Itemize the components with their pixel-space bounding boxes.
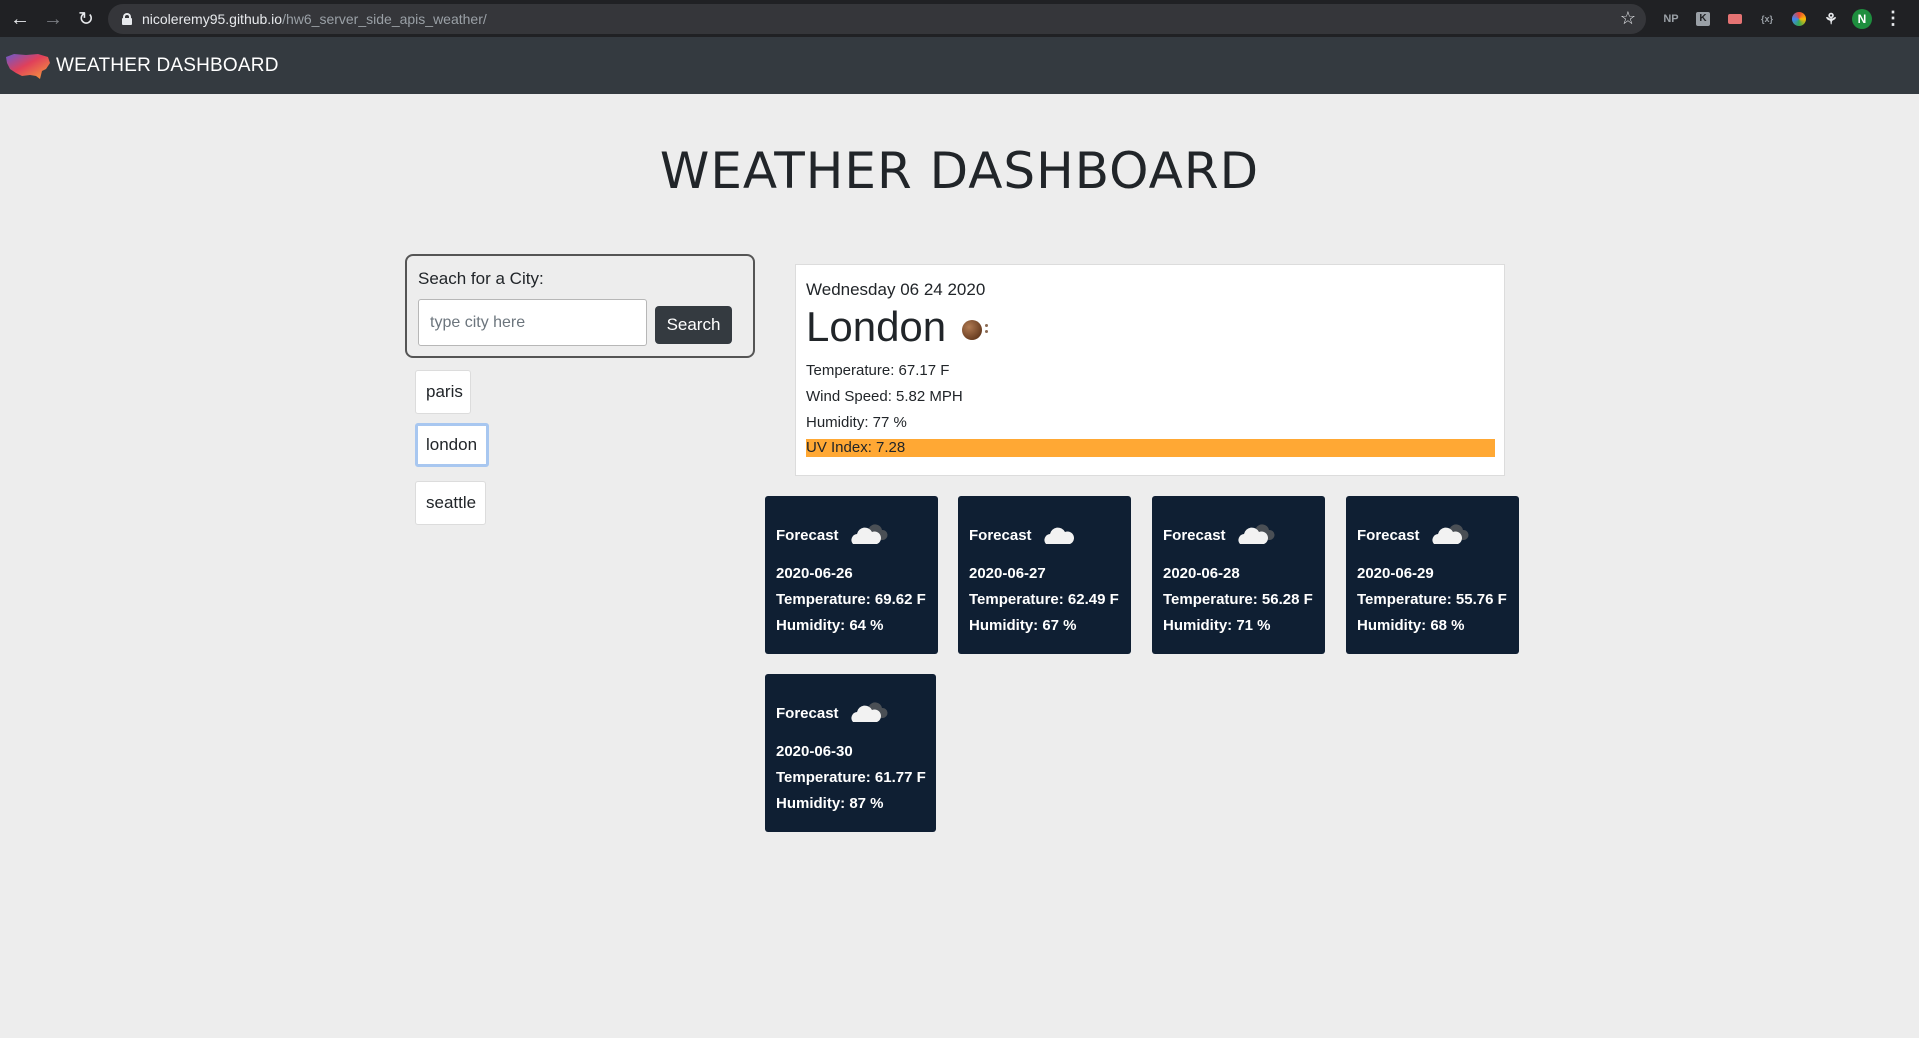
app-navbar: WEATHER DASHBOARD — [0, 37, 1919, 94]
cloudy-icon — [847, 522, 889, 548]
search-panel: Seach for a City: Search — [405, 254, 755, 358]
forecast-card: Forecast 2020-06-30 Temperature: 61.77 F… — [765, 674, 936, 832]
forecast-humidity: Humidity: 68 % — [1357, 617, 1465, 634]
forecast-card: Forecast 2020-06-26 Temperature: 69.62 F… — [765, 496, 938, 654]
forward-icon[interactable]: → — [37, 3, 69, 35]
forecast-temperature: Temperature: 69.62 F — [776, 591, 926, 608]
forecast-label: Forecast — [1163, 526, 1226, 544]
forecast-date: 2020-06-29 — [1357, 565, 1434, 582]
extension-color-icon[interactable] — [1788, 8, 1810, 30]
forecast-date: 2020-06-27 — [969, 565, 1046, 582]
extension-video-icon[interactable] — [1724, 8, 1746, 30]
cloudy-icon — [1428, 522, 1470, 548]
forecast-header: Forecast — [969, 522, 1082, 548]
haze-weather-icon — [960, 312, 990, 342]
lock-icon — [122, 13, 132, 25]
forecast-temperature: Temperature: 61.77 F — [776, 769, 926, 786]
current-date: Wednesday 06 24 2020 — [806, 280, 986, 299]
forecast-date: 2020-06-28 — [1163, 565, 1240, 582]
forecast-label: Forecast — [1357, 526, 1420, 544]
cloudy-icon — [1234, 522, 1276, 548]
forecast-label: Forecast — [776, 526, 839, 544]
forecast-temperature: Temperature: 62.49 F — [969, 591, 1119, 608]
extension-k-label: K — [1696, 11, 1710, 26]
page-title: WEATHER DASHBOARD — [659, 142, 1260, 200]
browser-menu-icon[interactable]: ⋮ — [1882, 8, 1904, 30]
usa-map-logo-icon[interactable] — [4, 49, 52, 83]
forecast-date: 2020-06-30 — [776, 743, 853, 760]
extensions-puzzle-icon[interactable]: ⚘ — [1820, 8, 1842, 30]
history-item-paris[interactable]: paris — [415, 370, 471, 414]
history-item-london[interactable]: london — [415, 423, 489, 467]
forecast-header: Forecast — [1163, 522, 1276, 548]
profile-avatar[interactable]: N — [1852, 8, 1872, 29]
forecast-card: Forecast 2020-06-28 Temperature: 56.28 F… — [1152, 496, 1325, 654]
forecast-date: 2020-06-26 — [776, 565, 853, 582]
forecast-card: Forecast 2020-06-27 Temperature: 62.49 F… — [958, 496, 1131, 654]
forecast-humidity: Humidity: 71 % — [1163, 617, 1271, 634]
current-city-name: London — [806, 303, 947, 350]
cloud-icon — [1040, 522, 1082, 548]
address-bar[interactable]: nicoleremy95.github.io/hw6_server_side_a… — [108, 4, 1646, 34]
forecast-temperature: Temperature: 55.76 F — [1357, 591, 1507, 608]
forecast-header: Forecast — [1357, 522, 1470, 548]
current-weather-card: Wednesday 06 24 2020 London Temperature:… — [795, 264, 1505, 476]
forecast-label: Forecast — [969, 526, 1032, 544]
current-wind-speed: Wind Speed: 5.82 MPH — [806, 388, 963, 405]
navbar-brand[interactable]: WEATHER DASHBOARD — [56, 55, 279, 77]
browser-toolbar: ← → ↻ nicoleremy95.github.io/hw6_server_… — [0, 0, 1919, 37]
forecast-humidity: Humidity: 64 % — [776, 617, 884, 634]
current-temperature: Temperature: 67.17 F — [806, 362, 950, 379]
current-humidity: Humidity: 77 % — [806, 414, 907, 431]
forecast-humidity: Humidity: 67 % — [969, 617, 1077, 634]
forecast-label: Forecast — [776, 704, 839, 722]
forecast-header: Forecast — [776, 700, 889, 726]
forecast-humidity: Humidity: 87 % — [776, 795, 884, 812]
extension-k-icon[interactable]: K — [1692, 8, 1714, 30]
forecast-card: Forecast 2020-06-29 Temperature: 55.76 F… — [1346, 496, 1519, 654]
extension-np-icon[interactable]: NP — [1660, 8, 1682, 30]
url-text[interactable]: nicoleremy95.github.io/hw6_server_side_a… — [142, 11, 487, 27]
url-path: /hw6_server_side_apis_weather/ — [282, 11, 487, 27]
extension-code-icon[interactable]: {x} — [1756, 8, 1778, 30]
uv-index-badge: UV Index: 7.28 — [806, 439, 1495, 457]
reload-icon[interactable]: ↻ — [70, 3, 102, 35]
city-search-input[interactable] — [418, 299, 647, 346]
url-host: nicoleremy95.github.io — [142, 11, 283, 27]
history-item-seattle[interactable]: seattle — [415, 481, 486, 525]
search-label: Seach for a City: — [418, 269, 544, 288]
back-icon[interactable]: ← — [4, 3, 36, 35]
forecast-temperature: Temperature: 56.28 F — [1163, 591, 1313, 608]
bookmark-star-icon[interactable]: ☆ — [1620, 8, 1636, 29]
forecast-header: Forecast — [776, 522, 889, 548]
cloudy-icon — [847, 700, 889, 726]
search-button[interactable]: Search — [655, 306, 732, 344]
current-city-heading: London — [806, 303, 990, 351]
